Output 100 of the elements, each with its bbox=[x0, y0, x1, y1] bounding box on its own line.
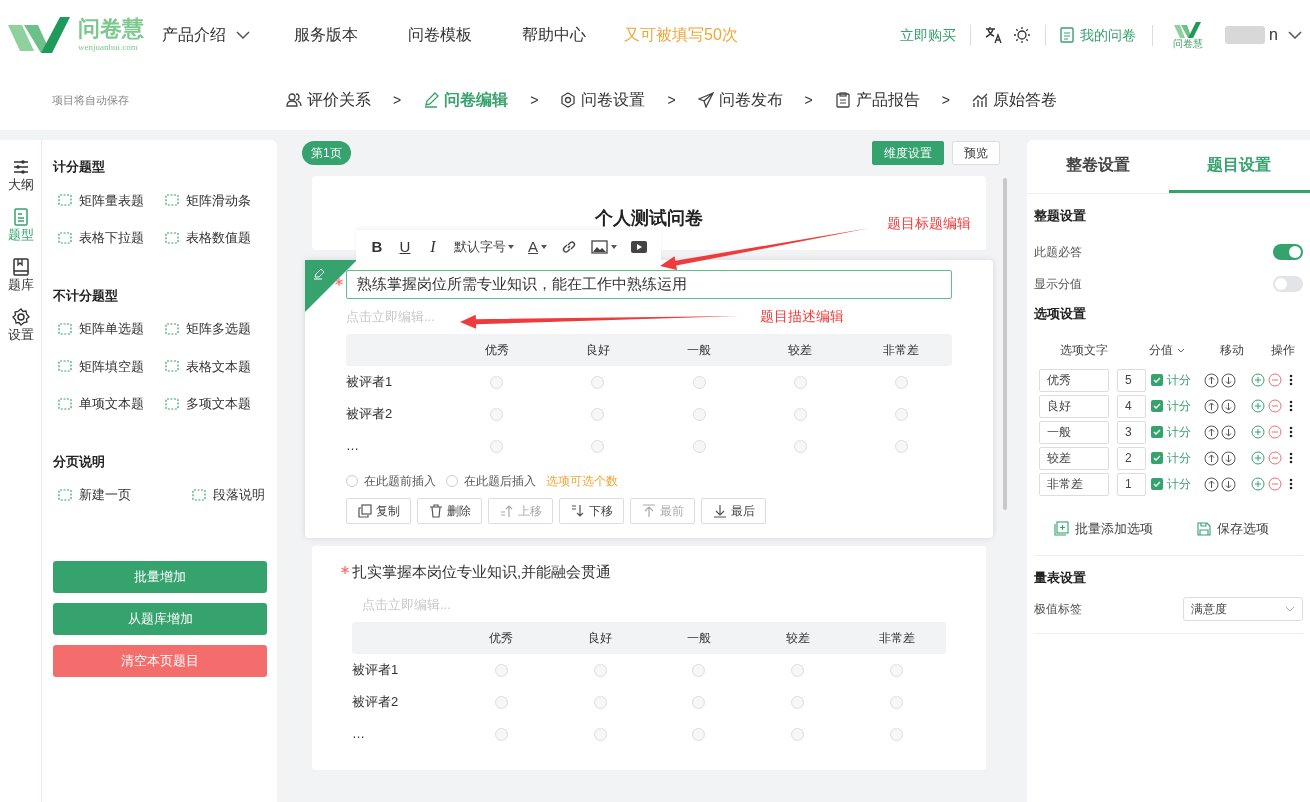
toggle-switch[interactable] bbox=[1273, 243, 1303, 260]
question-type-item[interactable]: 表格文本题 bbox=[160, 356, 267, 376]
arrow-down-circle-icon[interactable] bbox=[1221, 372, 1236, 388]
italic-button[interactable]: I bbox=[426, 235, 440, 259]
add-circle-icon[interactable] bbox=[1251, 477, 1265, 491]
rail-tab[interactable]: 题库 bbox=[7, 258, 34, 291]
radio-button[interactable] bbox=[692, 727, 706, 741]
action-button[interactable]: 最后 bbox=[701, 498, 766, 524]
radio-button[interactable] bbox=[692, 407, 706, 421]
radio-button[interactable] bbox=[890, 727, 904, 741]
radio-button[interactable] bbox=[490, 439, 504, 453]
toggle-switch[interactable] bbox=[1273, 275, 1303, 292]
radio-button[interactable] bbox=[793, 439, 807, 453]
theme-sun-icon[interactable] bbox=[1013, 26, 1032, 44]
arrow-up-circle-icon[interactable] bbox=[1204, 398, 1219, 414]
bold-button[interactable]: B bbox=[370, 235, 384, 259]
arrow-up-circle-icon[interactable] bbox=[1204, 372, 1219, 388]
translate-icon[interactable] bbox=[985, 26, 1004, 44]
remove-circle-icon[interactable] bbox=[1268, 425, 1282, 439]
action-button[interactable]: 复制 bbox=[346, 498, 411, 524]
font-size-dropdown[interactable]: 默认字号 bbox=[454, 237, 514, 257]
arrow-down-circle-icon[interactable] bbox=[1221, 450, 1236, 466]
score-field[interactable]: 3 bbox=[1117, 420, 1146, 444]
score-field[interactable]: 5 bbox=[1117, 368, 1146, 392]
font-color-button[interactable]: A bbox=[528, 235, 547, 259]
settings-tab[interactable]: 整卷设置 bbox=[1027, 140, 1169, 193]
question-type-item[interactable]: 矩阵多选题 bbox=[160, 319, 267, 339]
step-tab[interactable]: 产品报告 bbox=[834, 88, 920, 112]
arrow-up-circle-icon[interactable] bbox=[1204, 450, 1219, 466]
score-field[interactable]: 2 bbox=[1117, 446, 1146, 470]
radio-button[interactable] bbox=[890, 695, 904, 709]
remove-circle-icon[interactable] bbox=[1268, 451, 1282, 465]
question-type-item[interactable]: 新建一页 bbox=[53, 485, 160, 505]
question-type-item[interactable]: 矩阵填空题 bbox=[53, 356, 160, 376]
arrow-down-circle-icon[interactable] bbox=[1221, 398, 1236, 414]
radio-button[interactable] bbox=[490, 375, 504, 389]
arrow-down-circle-icon[interactable] bbox=[1221, 424, 1236, 440]
question-type-item[interactable]: 矩阵单选题 bbox=[53, 319, 160, 339]
more-vertical-icon[interactable] bbox=[1289, 374, 1293, 386]
radio-button[interactable] bbox=[591, 407, 605, 421]
remove-circle-icon[interactable] bbox=[1268, 373, 1282, 387]
remove-circle-icon[interactable] bbox=[1268, 399, 1282, 413]
radio-button[interactable] bbox=[692, 695, 706, 709]
score-sort-dropdown[interactable]: 分值 bbox=[1131, 341, 1202, 359]
add-circle-icon[interactable] bbox=[1251, 399, 1265, 413]
question-type-item[interactable]: 多项文本题 bbox=[160, 394, 267, 414]
score-field[interactable]: 1 bbox=[1117, 472, 1146, 496]
save-options-button[interactable]: 保存选项 bbox=[1197, 519, 1269, 539]
option-text-field[interactable]: 较差 bbox=[1039, 446, 1109, 470]
radio-button[interactable] bbox=[791, 727, 805, 741]
radio-button[interactable] bbox=[591, 439, 605, 453]
action-button[interactable]: 删除 bbox=[417, 498, 482, 524]
radio-button[interactable] bbox=[793, 407, 807, 421]
radio-button[interactable] bbox=[692, 439, 706, 453]
question-type-item[interactable]: 表格下拉题 bbox=[53, 228, 160, 248]
nav-link[interactable]: 帮助中心 bbox=[522, 23, 586, 47]
radio-button[interactable] bbox=[692, 663, 706, 677]
option-text-field[interactable]: 优秀 bbox=[1039, 368, 1109, 392]
rail-tab[interactable]: 大纲 bbox=[7, 158, 34, 191]
arrow-up-circle-icon[interactable] bbox=[1204, 424, 1219, 440]
question-type-item[interactable]: 表格数值题 bbox=[160, 228, 267, 248]
remove-circle-icon[interactable] bbox=[1268, 477, 1282, 491]
option-text-field[interactable]: 非常差 bbox=[1039, 472, 1109, 496]
more-vertical-icon[interactable] bbox=[1289, 452, 1293, 464]
radio-button[interactable] bbox=[494, 727, 508, 741]
more-vertical-icon[interactable] bbox=[1289, 426, 1293, 438]
underline-button[interactable]: U bbox=[398, 235, 412, 259]
add-circle-icon[interactable] bbox=[1251, 451, 1265, 465]
step-tab[interactable]: 问卷发布 bbox=[697, 88, 783, 112]
radio-button[interactable] bbox=[593, 663, 607, 677]
question-title-field[interactable]: 熟练掌握岗位所需专业知识，能在工作中熟练运用 bbox=[346, 270, 952, 299]
batch-add-button[interactable]: 批量添加选项 bbox=[1054, 519, 1153, 539]
score-field[interactable]: 4 bbox=[1117, 394, 1146, 418]
radio-button[interactable] bbox=[894, 439, 908, 453]
radio-button[interactable] bbox=[494, 695, 508, 709]
radio-button[interactable] bbox=[791, 663, 805, 677]
select-field[interactable]: 满意度 bbox=[1183, 597, 1303, 621]
radio-button[interactable] bbox=[593, 695, 607, 709]
radio-button[interactable] bbox=[593, 727, 607, 741]
arrow-up-circle-icon[interactable] bbox=[1204, 476, 1219, 492]
action-button[interactable]: 下移 bbox=[559, 498, 624, 524]
nav-link[interactable]: 服务版本 bbox=[294, 23, 358, 47]
step-tab[interactable]: 问卷设置 bbox=[560, 88, 646, 112]
more-vertical-icon[interactable] bbox=[1289, 478, 1293, 490]
add-circle-icon[interactable] bbox=[1251, 373, 1265, 387]
nav-link[interactable]: 产品介绍 bbox=[162, 23, 250, 47]
more-vertical-icon[interactable] bbox=[1289, 400, 1293, 412]
radio-button[interactable] bbox=[591, 375, 605, 389]
question-type-item[interactable]: 矩阵滑动条 bbox=[160, 190, 267, 210]
rail-tab[interactable]: 设置 bbox=[7, 308, 34, 341]
question-type-item[interactable]: 段落说明 bbox=[187, 485, 267, 505]
radio-button[interactable] bbox=[894, 407, 908, 421]
step-tab[interactable]: 原始答卷 bbox=[971, 88, 1057, 112]
radio-button[interactable] bbox=[692, 375, 706, 389]
scrollbar[interactable] bbox=[1003, 178, 1007, 510]
question-type-item[interactable]: 矩阵量表题 bbox=[53, 190, 160, 210]
radio-button[interactable] bbox=[791, 695, 805, 709]
radio-button[interactable] bbox=[890, 663, 904, 677]
question-type-item[interactable]: 单项文本题 bbox=[53, 394, 160, 414]
step-tab[interactable]: 评价关系 bbox=[286, 88, 371, 112]
